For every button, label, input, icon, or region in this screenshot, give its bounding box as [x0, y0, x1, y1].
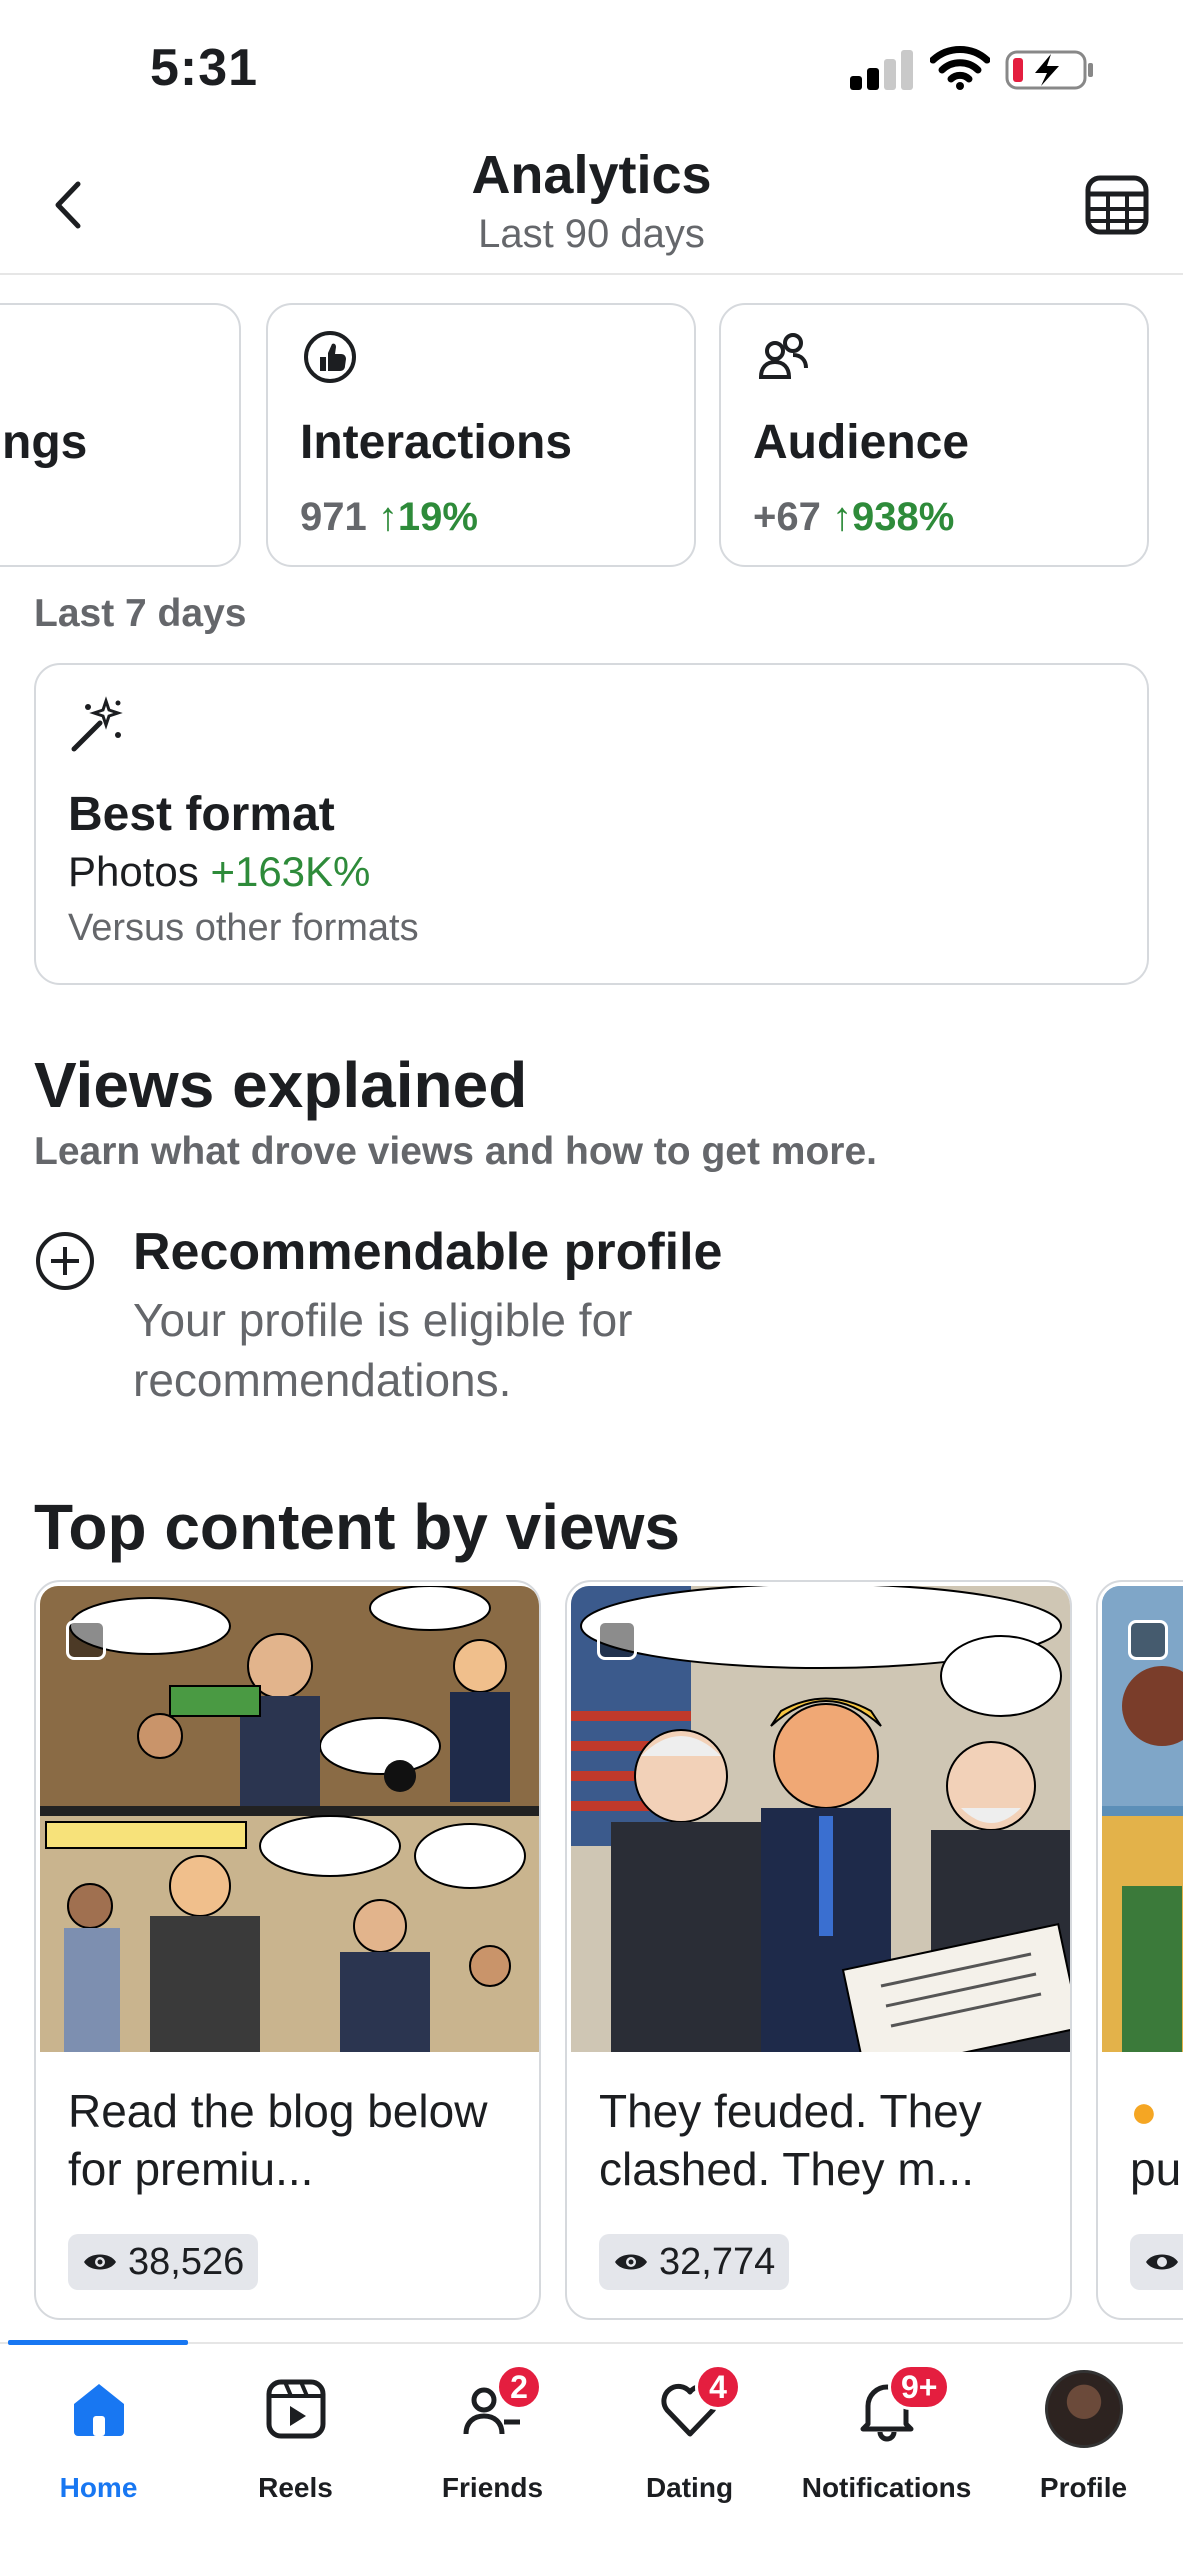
reels-icon [266, 2379, 326, 2439]
views-count-badge: 32,774 [599, 2234, 790, 2290]
card-title: Audience [753, 416, 970, 469]
nav-notifications[interactable]: 9+ Notifications [788, 2364, 985, 2514]
summary-card-partial[interactable]: ngs [0, 303, 241, 567]
battery-charging-icon [1005, 50, 1093, 90]
status-time: 5:31 [150, 39, 259, 97]
recommendable-profile-title[interactable]: Recommendable profile [133, 1222, 722, 1282]
card-value: 971 ↑19% [300, 495, 478, 539]
recommendable-profile-desc: Your profile is eligible for recommendat… [133, 1294, 633, 1406]
friends-badge: 2 [496, 2364, 542, 2410]
content-card[interactable]: They feuded. They clashed. They m... 32,… [565, 1580, 1072, 2320]
last-7-days-heading: Last 7 days [34, 592, 247, 635]
content-card[interactable]: Read the blog below for premiu... 38,526 [34, 1580, 541, 2320]
content-card[interactable]: ● pu [1096, 1580, 1183, 2320]
nav-profile[interactable]: Profile [985, 2364, 1182, 2514]
post-caption: They feuded. They clashed. They m... [599, 2085, 982, 2195]
post-caption: ● pu [1130, 2085, 1182, 2195]
views-explained-subtitle: Learn what drove views and how to get mo… [34, 1130, 877, 1173]
photo-type-icon [1128, 1620, 1168, 1660]
thumbs-up-icon [304, 331, 356, 383]
post-caption: Read the blog below for premiu... [68, 2085, 488, 2195]
percent-change: ↑938% [831, 495, 955, 539]
best-format-card[interactable]: Best format Photos +163K% Versus other f… [34, 663, 1149, 985]
photo-type-icon [597, 1620, 637, 1660]
nav-label: Profile [1039, 2472, 1128, 2503]
dating-badge: 4 [695, 2364, 741, 2410]
eye-icon [615, 2254, 647, 2270]
card-title: ngs [2, 416, 88, 469]
magic-wand-icon [71, 696, 123, 752]
nav-label: Dating [645, 2472, 734, 2503]
nav-friends[interactable]: 2 Friends [394, 2364, 591, 2514]
summary-card-interactions[interactable]: Interactions 971 ↑19% [266, 303, 696, 567]
best-format-value: Photos +163K% [68, 848, 371, 895]
nav-label: Notifications [801, 2472, 972, 2503]
nav-reels[interactable]: Reels [197, 2364, 394, 2514]
page-subtitle: Last 90 days [478, 212, 705, 256]
top-content-title: Top content by views [34, 1491, 680, 1563]
percent-change: +163K% [210, 848, 371, 895]
card-title: Interactions [300, 416, 573, 469]
nav-label: Home [59, 2472, 138, 2503]
views-count: 38,526 [128, 2240, 245, 2283]
nav-home[interactable]: Home [0, 2364, 197, 2514]
bottom-nav: Home Reels 2 Friends 4 Dating 9+ Notific… [0, 2340, 1183, 2560]
status-bar: 5:31 [0, 0, 1183, 140]
summary-cards-carousel[interactable]: ngs Interactions 971 ↑19% Audience +67 ↑… [0, 303, 1183, 571]
views-count: 32,774 [659, 2240, 776, 2283]
table-view-button[interactable] [1082, 170, 1152, 240]
nav-dating[interactable]: 4 Dating [591, 2364, 788, 2514]
eye-icon [84, 2254, 116, 2270]
nav-label: Friends [441, 2472, 544, 2503]
views-count-badge: 38,526 [68, 2234, 259, 2290]
cellular-signal-icon [850, 50, 914, 90]
header: Analytics Last 90 days [0, 140, 1183, 275]
wifi-icon [930, 46, 990, 90]
eye-icon [1146, 2254, 1178, 2270]
page-title: Analytics [471, 145, 712, 205]
plus-circle-icon [36, 1232, 94, 1290]
home-icon [74, 2384, 124, 2436]
card-value: +67 ↑938% [753, 495, 955, 539]
best-format-note: Versus other formats [68, 907, 419, 949]
top-content-carousel[interactable]: Read the blog below for premiu... 38,526 [0, 1580, 1183, 2320]
post-thumbnail[interactable] [40, 1586, 539, 2052]
avatar [1045, 2370, 1123, 2448]
views-explained-title: Views explained [34, 1049, 528, 1121]
people-icon [758, 333, 808, 379]
summary-card-audience[interactable]: Audience +67 ↑938% [719, 303, 1149, 567]
photo-type-icon [66, 1620, 106, 1660]
views-count-badge [1130, 2234, 1183, 2290]
nav-label: Reels [258, 2472, 333, 2503]
notifications-badge: 9+ [888, 2364, 951, 2410]
percent-change: ↑19% [377, 495, 478, 539]
best-format-title: Best format [68, 788, 335, 841]
post-thumbnail[interactable] [1102, 1586, 1183, 2052]
active-tab-indicator [8, 2340, 188, 2345]
post-thumbnail[interactable] [571, 1586, 1070, 2052]
